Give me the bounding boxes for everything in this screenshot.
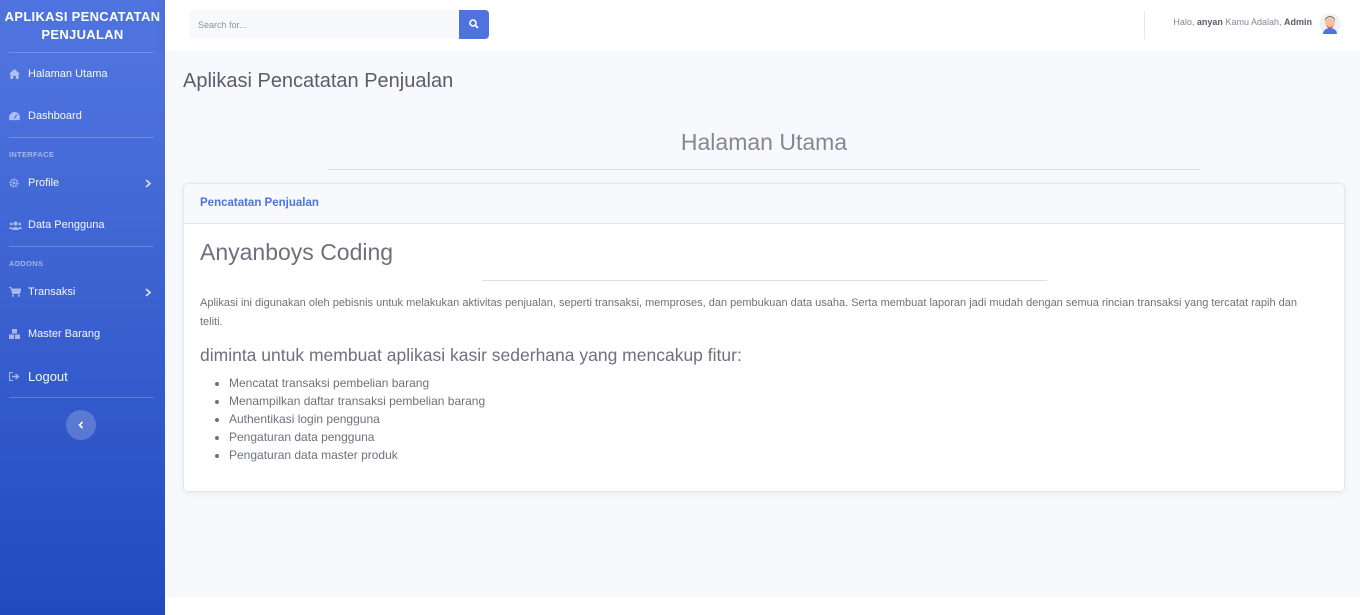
boxes-icon <box>9 329 28 339</box>
users-icon <box>9 221 28 230</box>
sidebar-item-label: Master Barang <box>28 328 101 340</box>
card-subheading: diminta untuk membuat aplikasi kasir sed… <box>200 345 742 365</box>
section-title: Halaman Utama <box>680 129 848 155</box>
search-button[interactable] <box>459 10 489 39</box>
search-icon <box>469 17 479 32</box>
sidebar: APLIKASI PENCATATAN PENJUALAN Halaman Ut… <box>0 0 165 615</box>
sidebar-heading-addons: ADDONS <box>9 259 44 268</box>
list-item: Pengaturan data pengguna <box>229 428 485 446</box>
list-item: Authentikasi login pengguna <box>229 410 485 428</box>
section-divider <box>328 169 1200 170</box>
logout-icon <box>9 371 28 381</box>
main-content: Aplikasi Pencatatan Penjualan Halaman Ut… <box>165 51 1360 597</box>
topbar: Halo, anyan Kamu Adalah, Admin <box>165 0 1360 51</box>
greeting-prefix: Halo, <box>1173 17 1195 27</box>
avatar[interactable] <box>1319 13 1341 35</box>
info-card: Pencatatan Penjualan Anyanboys Coding Ap… <box>183 183 1345 492</box>
list-item: Mencatat transaksi pembelian barang <box>229 374 485 392</box>
card-description: Aplikasi ini digunakan oleh pebisnis unt… <box>200 297 1297 328</box>
sidebar-item-halaman-utama[interactable]: Halaman Utama <box>0 53 165 95</box>
sidebar-item-master-barang[interactable]: Master Barang <box>0 313 165 355</box>
sidebar-toggle-button[interactable] <box>66 410 96 440</box>
list-item: Pengaturan data master produk <box>229 446 485 464</box>
sidebar-item-data-pengguna[interactable]: Data Pengguna <box>0 204 165 246</box>
card-divider <box>482 280 1047 281</box>
sidebar-item-profile[interactable]: Profile <box>0 162 165 204</box>
footer <box>165 597 1360 615</box>
sidebar-item-label: Profile <box>28 177 60 189</box>
sidebar-item-label: Data Pengguna <box>28 219 105 231</box>
card-header: Pencatatan Penjualan <box>184 184 1344 224</box>
sidebar-item-label: Transaksi <box>28 286 76 298</box>
sidebar-brand[interactable]: APLIKASI PENCATATAN PENJUALAN <box>0 0 165 52</box>
chevron-left-icon <box>78 416 84 434</box>
sidebar-item-label: Dashboard <box>28 110 82 122</box>
sidebar-item-logout[interactable]: Logout <box>0 355 165 397</box>
sidebar-item-label: Logout <box>28 368 68 384</box>
list-item: Menampilkan daftar transaksi pembelian b… <box>229 392 485 410</box>
user-role: Admin <box>1284 17 1312 27</box>
sidebar-divider <box>9 397 154 398</box>
cart-icon <box>9 287 28 297</box>
sidebar-item-dashboard[interactable]: Dashboard <box>0 95 165 137</box>
tachometer-icon <box>9 111 28 121</box>
feature-list: Mencatat transaksi pembelian barang Mena… <box>215 374 485 464</box>
sidebar-item-label: Halaman Utama <box>28 68 108 80</box>
card-title: Anyanboys Coding <box>200 239 394 265</box>
topbar-divider <box>1144 11 1145 39</box>
cog-icon <box>9 178 28 188</box>
role-prefix: Kamu Adalah, <box>1225 17 1282 27</box>
user-greeting[interactable]: Halo, anyan Kamu Adalah, Admin <box>1173 17 1312 27</box>
page-title: Aplikasi Pencatatan Penjualan <box>183 70 454 92</box>
chevron-right-icon <box>145 285 152 300</box>
sidebar-heading-interface: INTERFACE <box>9 150 55 159</box>
home-icon <box>9 69 28 79</box>
username: anyan <box>1196 17 1223 27</box>
chevron-right-icon <box>145 176 152 191</box>
search-input[interactable] <box>189 10 459 39</box>
search-form <box>189 10 489 39</box>
sidebar-item-transaksi[interactable]: Transaksi <box>0 271 165 313</box>
